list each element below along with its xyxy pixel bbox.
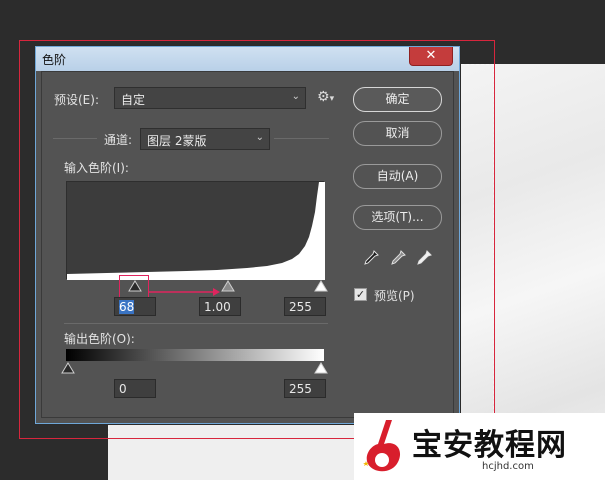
- title-bar[interactable]: 色阶 ✕: [36, 47, 459, 71]
- group-border-left: [53, 138, 97, 139]
- watermark-logo-icon: [363, 420, 401, 472]
- input-gray-field[interactable]: 1.00: [199, 297, 241, 316]
- separator-line: [64, 323, 328, 324]
- cancel-button[interactable]: 取消: [353, 121, 442, 146]
- channel-label: 通道:: [104, 133, 133, 147]
- histogram-graph: [67, 182, 325, 280]
- gray-eyedropper-icon[interactable]: [390, 250, 406, 266]
- options-button[interactable]: 选项(T)...: [353, 205, 442, 230]
- dialog-title: 色阶: [42, 53, 67, 67]
- input-levels-label: 输入色阶(I):: [64, 161, 129, 175]
- input-white-slider[interactable]: [314, 280, 328, 292]
- watermark-text: 宝安教程网: [412, 428, 567, 463]
- gear-icon[interactable]: ⚙▾: [317, 89, 334, 105]
- output-white-field[interactable]: 255: [284, 379, 326, 398]
- channel-select[interactable]: 图层 2蒙版 ⌄: [140, 128, 270, 150]
- close-button[interactable]: ✕: [409, 47, 453, 66]
- white-eyedropper-icon[interactable]: [416, 250, 432, 266]
- preview-label: 预览(P): [374, 289, 415, 303]
- input-white-field[interactable]: 255: [284, 297, 326, 316]
- preset-label: 预设(E):: [54, 93, 99, 107]
- preset-select[interactable]: 自定 ⌄: [114, 87, 306, 109]
- annotation-arrow-icon: [149, 288, 220, 296]
- input-black-field[interactable]: 68: [114, 297, 156, 316]
- black-eyedropper-icon[interactable]: [363, 250, 379, 266]
- preset-value: 自定: [121, 93, 146, 107]
- output-white-slider[interactable]: [314, 362, 328, 374]
- chevron-down-icon: ⌄: [291, 91, 300, 102]
- histogram: [66, 181, 325, 280]
- output-gradient-bar: [66, 349, 324, 361]
- output-levels-label: 输出色阶(O):: [64, 332, 135, 346]
- ok-button[interactable]: 确定: [353, 87, 442, 112]
- chevron-down-icon: ⌄: [255, 132, 264, 143]
- auto-button[interactable]: 自动(A): [353, 164, 442, 189]
- preview-checkbox[interactable]: ✓: [354, 288, 367, 301]
- channel-value: 图层 2蒙版: [147, 134, 207, 148]
- output-black-slider[interactable]: [61, 362, 75, 374]
- input-gray-slider[interactable]: [221, 280, 235, 292]
- group-border-right: [274, 138, 329, 139]
- output-black-field[interactable]: 0: [114, 379, 156, 398]
- watermark-url: hcjhd.com: [482, 461, 534, 472]
